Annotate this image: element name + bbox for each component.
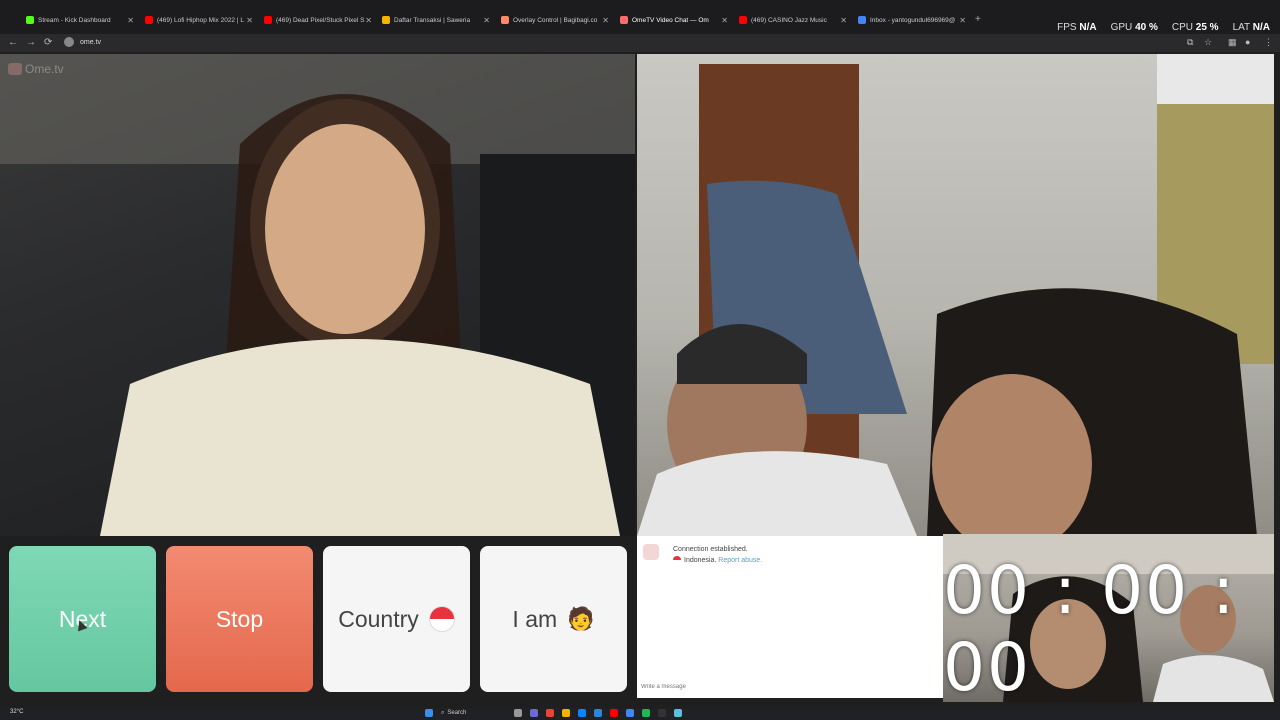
- saweria-icon: [382, 16, 390, 24]
- stop-label: Stop: [215, 605, 264, 632]
- bookmark-star-icon[interactable]: ☆: [1204, 37, 1212, 48]
- browser-tab[interactable]: (469) CASINO Jazz Music ✕: [739, 12, 847, 28]
- gmail-icon: [858, 16, 866, 24]
- fps-stat: FPS N/A: [1057, 22, 1097, 33]
- ometv-icon: [620, 16, 628, 24]
- search-label: Search: [447, 710, 467, 716]
- chat-panel: Connection established. Indonesia. Repor…: [637, 536, 943, 698]
- boy-avatar-icon: 🧑: [567, 606, 595, 631]
- stop-button[interactable]: Stop: [166, 546, 313, 692]
- browser-tab[interactable]: (469) Lofi Hiphop Mix 2022 | L ✕: [145, 12, 253, 28]
- forward-icon[interactable]: →: [26, 37, 36, 48]
- browser-tab[interactable]: Stream - Kick Dashboard ✕: [26, 12, 134, 28]
- chrome-icon[interactable]: [626, 709, 635, 717]
- tab-label: (469) CASINO Jazz Music: [751, 16, 827, 24]
- tab-label: Overlay Control | Bagibagi.co: [513, 16, 598, 24]
- indonesia-flag-icon: [428, 606, 455, 632]
- report-abuse-link[interactable]: Report abuse.: [718, 557, 762, 564]
- youtube-icon: [264, 16, 272, 24]
- url-field[interactable]: ome.tv: [64, 37, 101, 47]
- country-button[interactable]: Country: [323, 546, 470, 692]
- obs-icon[interactable]: [658, 709, 667, 717]
- bagibagi-icon: [501, 16, 509, 24]
- close-icon[interactable]: ✕: [127, 16, 134, 25]
- streamer-webcam-overlay: 00 : 00 : 00: [943, 534, 1274, 702]
- system-message: Connection established. Indonesia. Repor…: [673, 544, 762, 566]
- stranger-video: Ome.tv: [0, 54, 635, 536]
- connection-status: Connection established.: [673, 546, 748, 553]
- address-bar: ← → ⟳ ome.tv ⧉ ☆ ▦ ● ⋮: [0, 34, 1280, 52]
- stranger-video-frame: [0, 54, 635, 536]
- ometv-chat-icon: [643, 544, 659, 560]
- country-label: Country: [338, 605, 419, 632]
- close-icon[interactable]: ✕: [721, 16, 728, 25]
- browser-tab-strip: Stream - Kick Dashboard ✕ (469) Lofi Hiph…: [0, 0, 1280, 34]
- store-icon[interactable]: [594, 709, 603, 717]
- spotify-icon[interactable]: [642, 709, 651, 717]
- close-icon[interactable]: ✕: [959, 16, 966, 25]
- youtube-icon: [739, 16, 747, 24]
- task-view-icon[interactable]: [514, 709, 523, 717]
- self-video-frame: [637, 54, 1274, 536]
- tab-label: (469) Lofi Hiphop Mix 2022 | L: [157, 16, 244, 24]
- weather-widget[interactable]: 32°C: [10, 709, 23, 715]
- tab-label: Inbox - yantogundul696969@: [870, 16, 956, 24]
- url-text: ome.tv: [80, 38, 102, 46]
- browser-tab[interactable]: Daftar Transaksi | Saweria ✕: [382, 12, 490, 28]
- gender-label: I am: [512, 605, 558, 632]
- profile-icon[interactable]: ●: [1245, 37, 1250, 47]
- tab-label: OmeTV Video Chat — Om: [632, 16, 709, 24]
- youtube-app-icon[interactable]: [610, 709, 619, 717]
- youtube-icon: [145, 16, 153, 24]
- search-icon: ⌕: [441, 709, 445, 716]
- indonesia-flag-icon: [673, 556, 681, 565]
- file-explorer-icon[interactable]: [562, 709, 571, 717]
- install-icon[interactable]: ⧉: [1187, 37, 1193, 48]
- new-tab-icon[interactable]: +: [975, 14, 981, 25]
- close-icon[interactable]: ✕: [483, 16, 490, 25]
- taskbar-search[interactable]: ⌕ Search: [441, 710, 466, 717]
- site-info-icon[interactable]: [64, 37, 74, 47]
- close-icon[interactable]: ✕: [840, 16, 847, 25]
- close-icon[interactable]: ✕: [602, 16, 609, 25]
- reload-icon[interactable]: ⟳: [44, 37, 52, 48]
- close-icon[interactable]: ✕: [365, 16, 372, 25]
- cpu-stat: CPU 25 %: [1171, 22, 1219, 33]
- back-icon[interactable]: ←: [8, 37, 18, 48]
- gender-button[interactable]: I am 🧑: [480, 546, 627, 692]
- performance-overlay: FPS N/A GPU 40 % CPU 25 % LAT N/A: [1057, 22, 1270, 33]
- extensions-icon[interactable]: ▦: [1228, 37, 1237, 48]
- tab-label: (469) Dead Pixel/Stuck Pixel S: [276, 16, 365, 24]
- chat-message-input[interactable]: [641, 680, 935, 694]
- partner-country: Indonesia.: [684, 557, 717, 564]
- browser-tab[interactable]: Overlay Control | Bagibagi.co ✕: [501, 12, 609, 28]
- close-icon[interactable]: ✕: [246, 16, 253, 25]
- edge-icon[interactable]: [578, 709, 587, 717]
- menu-icon[interactable]: ⋮: [1264, 37, 1273, 48]
- stream-timer: 00 : 00 : 00: [943, 552, 1237, 702]
- lat-stat: LAT N/A: [1232, 22, 1270, 33]
- tab-label: Stream - Kick Dashboard: [38, 16, 111, 24]
- browser-tab[interactable]: (469) Dead Pixel/Stuck Pixel S ✕: [264, 12, 372, 28]
- browser-tab[interactable]: Inbox - yantogundul696969@ ✕: [858, 12, 966, 28]
- self-video: [637, 54, 1274, 536]
- teams-icon[interactable]: [530, 709, 539, 717]
- windows-taskbar: 32°C ⌕ Search: [0, 708, 1280, 720]
- start-icon[interactable]: [425, 709, 433, 717]
- browser-tab-active[interactable]: OmeTV Video Chat — Om ✕: [620, 12, 728, 28]
- taskbar-icons: ⌕ Search: [425, 709, 683, 717]
- gpu-stat: GPU 40 %: [1110, 22, 1158, 33]
- kick-icon: [26, 16, 34, 24]
- app-icon[interactable]: [674, 709, 683, 717]
- tab-label: Daftar Transaksi | Saweria: [394, 16, 471, 24]
- app-icon[interactable]: [546, 709, 555, 717]
